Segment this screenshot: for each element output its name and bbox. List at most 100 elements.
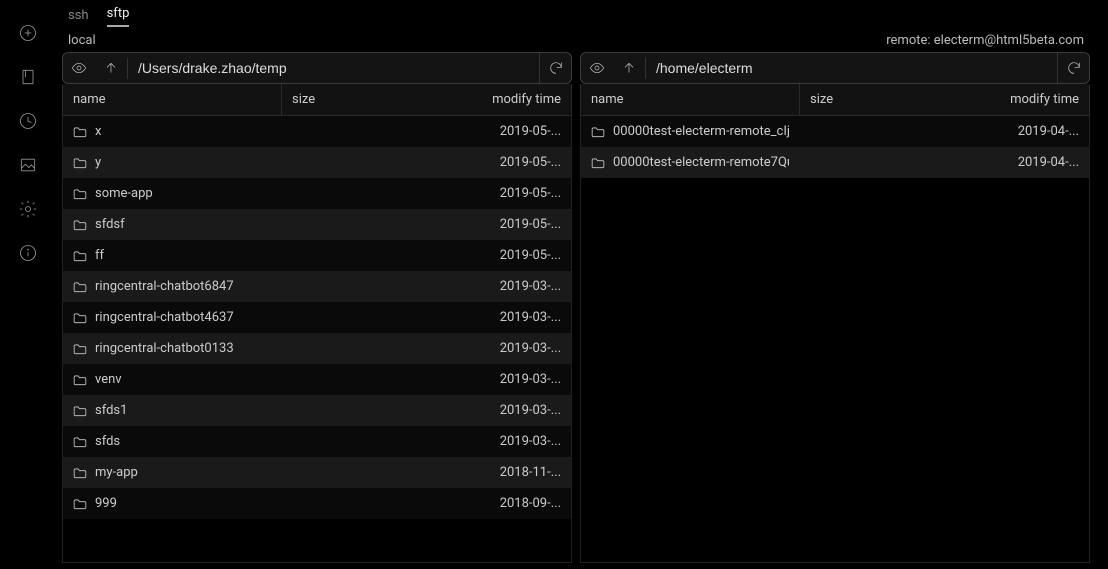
file-name: ff (73, 248, 271, 263)
file-name-text: my-app (95, 465, 138, 480)
file-modify-time: 2019-03-... (471, 434, 561, 449)
remote-headers: name size modify time (580, 84, 1090, 116)
file-name: 00000test-electerm-remote_cIjA... (591, 124, 789, 139)
header-name[interactable]: name (63, 84, 281, 115)
local-label: local (68, 33, 96, 48)
file-name-text: 00000test-electerm-remote_cIjA... (613, 124, 789, 139)
header-size[interactable]: size (799, 84, 999, 115)
file-name-text: sfdsf (95, 217, 125, 232)
file-name-text: sfds1 (95, 403, 127, 418)
folder-icon (591, 126, 605, 138)
file-modify-time: 2019-05-... (471, 155, 561, 170)
file-row[interactable]: my-app 2018-11-... (63, 457, 571, 488)
file-name: sfds (73, 434, 271, 449)
folder-icon (73, 405, 87, 417)
file-modify-time: 2019-05-... (471, 186, 561, 201)
up-icon[interactable] (95, 53, 127, 83)
header-name[interactable]: name (581, 84, 799, 115)
file-row[interactable]: 00000test-electerm-remote_cIjA... 2019-04… (581, 116, 1089, 147)
file-name: ringcentral-chatbot0133 (73, 341, 271, 356)
remote-label: remote: electerm@html5beta.com (886, 33, 1084, 48)
file-name-text: some-app (95, 186, 153, 201)
folder-icon (73, 374, 87, 386)
history-icon[interactable] (17, 110, 39, 132)
folder-icon (73, 467, 87, 479)
file-row[interactable]: 999 2018-09-... (63, 488, 571, 519)
file-row[interactable]: x2019-05-... (63, 116, 571, 147)
file-modify-time: 2019-03-... (471, 372, 561, 387)
file-name-text: 999 (95, 496, 117, 511)
file-row[interactable]: ringcentral-chatbot0133 2019-03-... (63, 333, 571, 364)
remote-path-input[interactable] (646, 53, 1057, 83)
refresh-icon[interactable] (1057, 53, 1089, 83)
remote-pathbar (580, 52, 1090, 84)
file-name: ringcentral-chatbot4637 (73, 310, 271, 325)
header-time[interactable]: modify time (481, 84, 571, 115)
tab-sftp[interactable]: sftp (107, 6, 130, 27)
file-name: ringcentral-chatbot6847 (73, 279, 271, 294)
file-name-text: sfds (95, 434, 120, 449)
file-name-text: 00000test-electerm-remote7Qu... (613, 155, 789, 170)
file-row[interactable]: 00000test-electerm-remote7Qu...2019-04-.… (581, 147, 1089, 178)
image-icon[interactable] (17, 154, 39, 176)
eye-icon[interactable] (63, 53, 95, 83)
remote-file-list: 00000test-electerm-remote_cIjA... 2019-04… (580, 116, 1090, 563)
folder-icon (73, 312, 87, 324)
info-icon[interactable] (17, 242, 39, 264)
tab-ssh[interactable]: ssh (68, 8, 89, 27)
file-name-text: x (95, 124, 101, 139)
file-name-text: y (95, 155, 101, 170)
folder-icon (73, 281, 87, 293)
file-row[interactable]: y 2019-05-... (63, 147, 571, 178)
file-row[interactable]: ringcentral-chatbot6847 2019-03-... (63, 271, 571, 302)
file-row[interactable]: some-app 2019-05-... (63, 178, 571, 209)
file-name: my-app (73, 465, 271, 480)
folder-icon (73, 498, 87, 510)
file-name: venv (73, 372, 271, 387)
app-sidebar (0, 0, 56, 569)
folder-icon (73, 157, 87, 169)
file-name-text: ringcentral-chatbot4637 (95, 310, 234, 325)
file-name: y (73, 155, 271, 170)
file-modify-time: 2019-03-... (471, 310, 561, 325)
file-row[interactable]: sfds 2019-03-... (63, 426, 571, 457)
file-name-text: ringcentral-chatbot0133 (95, 341, 234, 356)
folder-icon (73, 126, 87, 138)
file-name-text: venv (95, 372, 122, 387)
file-modify-time: 2019-03-... (471, 341, 561, 356)
file-row[interactable]: ff 2019-05-... (63, 240, 571, 271)
file-row[interactable]: ringcentral-chatbot4637 2019-03-... (63, 302, 571, 333)
file-modify-time: 2019-04-... (989, 124, 1079, 139)
folder-icon (73, 436, 87, 448)
file-modify-time: 2019-03-... (471, 279, 561, 294)
local-pathbar (62, 52, 572, 84)
file-modify-time: 2018-11-... (471, 465, 561, 480)
file-name-text: ff (95, 248, 104, 263)
file-name: sfdsf (73, 217, 271, 232)
folder-icon (73, 219, 87, 231)
file-modify-time: 2019-05-... (471, 248, 561, 263)
file-name: some-app (73, 186, 271, 201)
up-icon[interactable] (613, 53, 645, 83)
file-row[interactable]: sfdsf 2019-05-... (63, 209, 571, 240)
file-name: x (73, 124, 271, 139)
file-name: 999 (73, 496, 271, 511)
file-row[interactable]: venv 2019-03-... (63, 364, 571, 395)
settings-icon[interactable] (17, 198, 39, 220)
folder-icon (73, 343, 87, 355)
header-size[interactable]: size (281, 84, 481, 115)
file-modify-time: 2019-03-... (471, 403, 561, 418)
add-icon[interactable] (17, 22, 39, 44)
file-modify-time: 2019-05-... (471, 217, 561, 232)
eye-icon[interactable] (581, 53, 613, 83)
folder-icon (73, 188, 87, 200)
file-name-text: ringcentral-chatbot6847 (95, 279, 234, 294)
file-name: 00000test-electerm-remote7Qu... (591, 155, 789, 170)
header-time[interactable]: modify time (999, 84, 1089, 115)
file-modify-time: 2018-09-... (471, 496, 561, 511)
local-file-list: x2019-05-...y2019-05-...some-app2019-05-… (62, 116, 572, 563)
refresh-icon[interactable] (539, 53, 571, 83)
bookmark-icon[interactable] (17, 66, 39, 88)
file-row[interactable]: sfds1 2019-03-... (63, 395, 571, 426)
local-path-input[interactable] (128, 53, 539, 83)
